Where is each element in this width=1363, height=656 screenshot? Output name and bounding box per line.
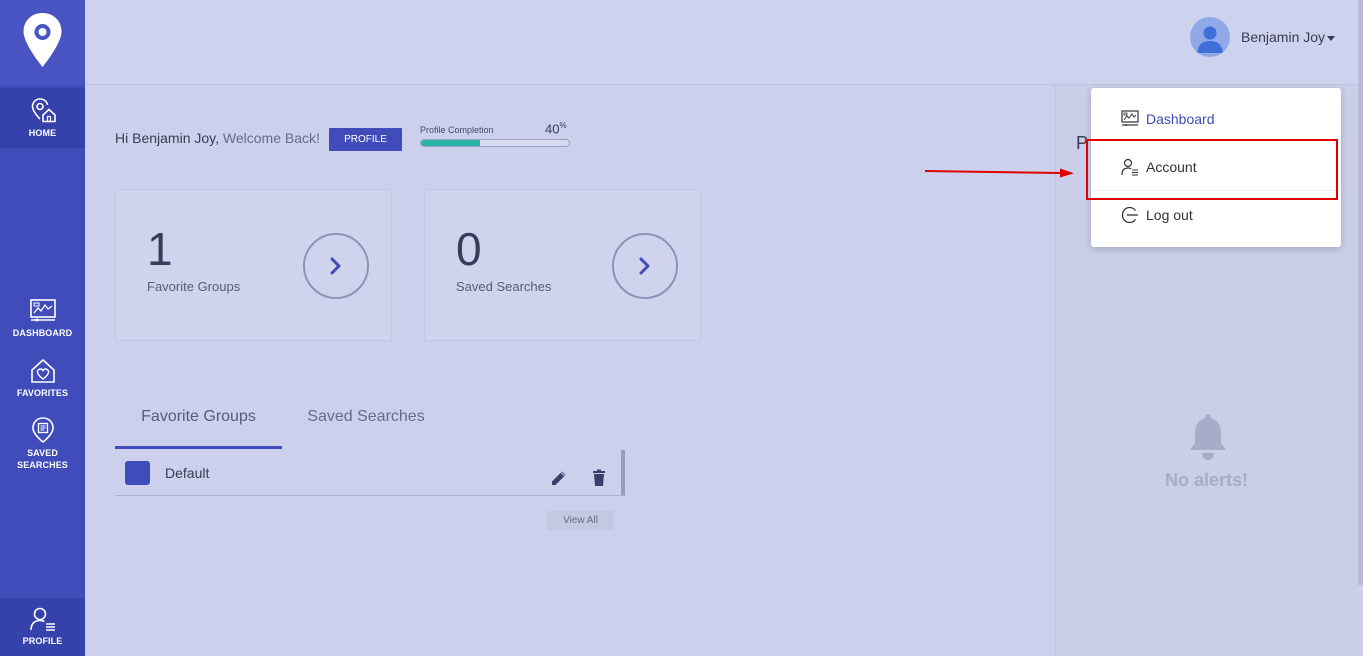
welcome-message: Hi Benjamin Joy, Welcome Back! [115,130,320,146]
tab-favorite-groups[interactable]: Favorite Groups [115,400,282,449]
profile-completion-value: 40% [545,121,567,136]
list-item[interactable]: Default [115,450,625,496]
profile-completion-fill [421,140,481,146]
chevron-right-icon [330,257,341,275]
sidebar-item-label: PROFILE [22,636,63,646]
saved-searches-label: Saved Searches [456,279,552,294]
group-color-swatch [125,461,150,485]
logout-icon [1121,206,1138,224]
sidebar-item-label: SAVED [27,448,58,458]
heart-home-icon [30,358,55,383]
annotation-arrow-icon [924,168,1074,178]
tab-saved-searches[interactable]: Saved Searches [282,400,450,449]
annotation-highlight-box [1086,139,1338,200]
sidebar-item-favorites[interactable]: FAVORITES [0,358,85,399]
bell-icon [1190,414,1226,460]
sidebar-item-dashboard[interactable]: DASHBOARD [0,298,85,339]
groups-tabs: Favorite Groups Saved Searches [115,400,625,449]
group-name: Default [165,465,210,481]
no-alerts-message: No alerts! [1164,470,1249,490]
user-avatar-icon [1197,26,1223,53]
dropdown-item-label: Dashboard [1146,111,1215,127]
profile-completion-bar [420,139,570,147]
user-name[interactable]: Benjamin Joy [1241,29,1325,45]
chevron-right-icon [639,257,650,275]
logo[interactable] [0,0,85,85]
top-header [85,0,1363,85]
welcome-back-text: Welcome Back! [219,130,320,146]
dashboard-icon [1121,110,1139,126]
caret-down-icon[interactable] [1327,36,1335,41]
sidebar: HOME DASHBOARD FAVORITES SAVED SEARCHES [0,0,85,656]
location-pin-icon [23,13,62,67]
saved-searches-count: 0 [456,223,482,275]
dropdown-item-label: Log out [1146,207,1193,223]
favorite-groups-card: 1 Favorite Groups [115,189,392,341]
pencil-icon[interactable] [550,469,568,487]
view-all-button[interactable]: View All [547,511,614,530]
favorite-groups-label: Favorite Groups [147,279,241,294]
profile-icon [29,607,55,631]
saved-search-icon [31,417,54,444]
favorite-groups-arrow-button[interactable] [303,233,369,299]
profile-button[interactable]: PROFILE [329,128,402,151]
saved-searches-card: 0 Saved Searches [424,189,701,341]
sidebar-item-label: FAVORITES [16,388,69,398]
profile-completion-label: Profile Completion [420,125,494,135]
completion-unit: % [559,121,567,130]
sidebar-item-home[interactable]: HOME [0,88,85,148]
dashboard-icon [29,299,56,322]
greeting: Hi Benjamin Joy, [115,130,220,146]
saved-searches-arrow-button[interactable] [612,233,678,299]
home-pin-icon [31,98,56,123]
sidebar-item-saved-searches[interactable]: SAVED SEARCHES [0,416,85,471]
dropdown-item-dashboard[interactable]: Dashboard [1091,95,1341,143]
favorite-groups-count: 1 [147,223,173,275]
scrollbar[interactable] [1358,0,1363,585]
sidebar-item-label-line2: SEARCHES [17,460,68,470]
sidebar-item-label: DASHBOARD [12,328,73,338]
trash-icon[interactable] [592,469,606,487]
avatar[interactable] [1190,17,1230,57]
sidebar-item-profile[interactable]: PROFILE [0,598,85,656]
completion-number: 40 [545,121,560,137]
sidebar-item-label: HOME [28,128,57,138]
